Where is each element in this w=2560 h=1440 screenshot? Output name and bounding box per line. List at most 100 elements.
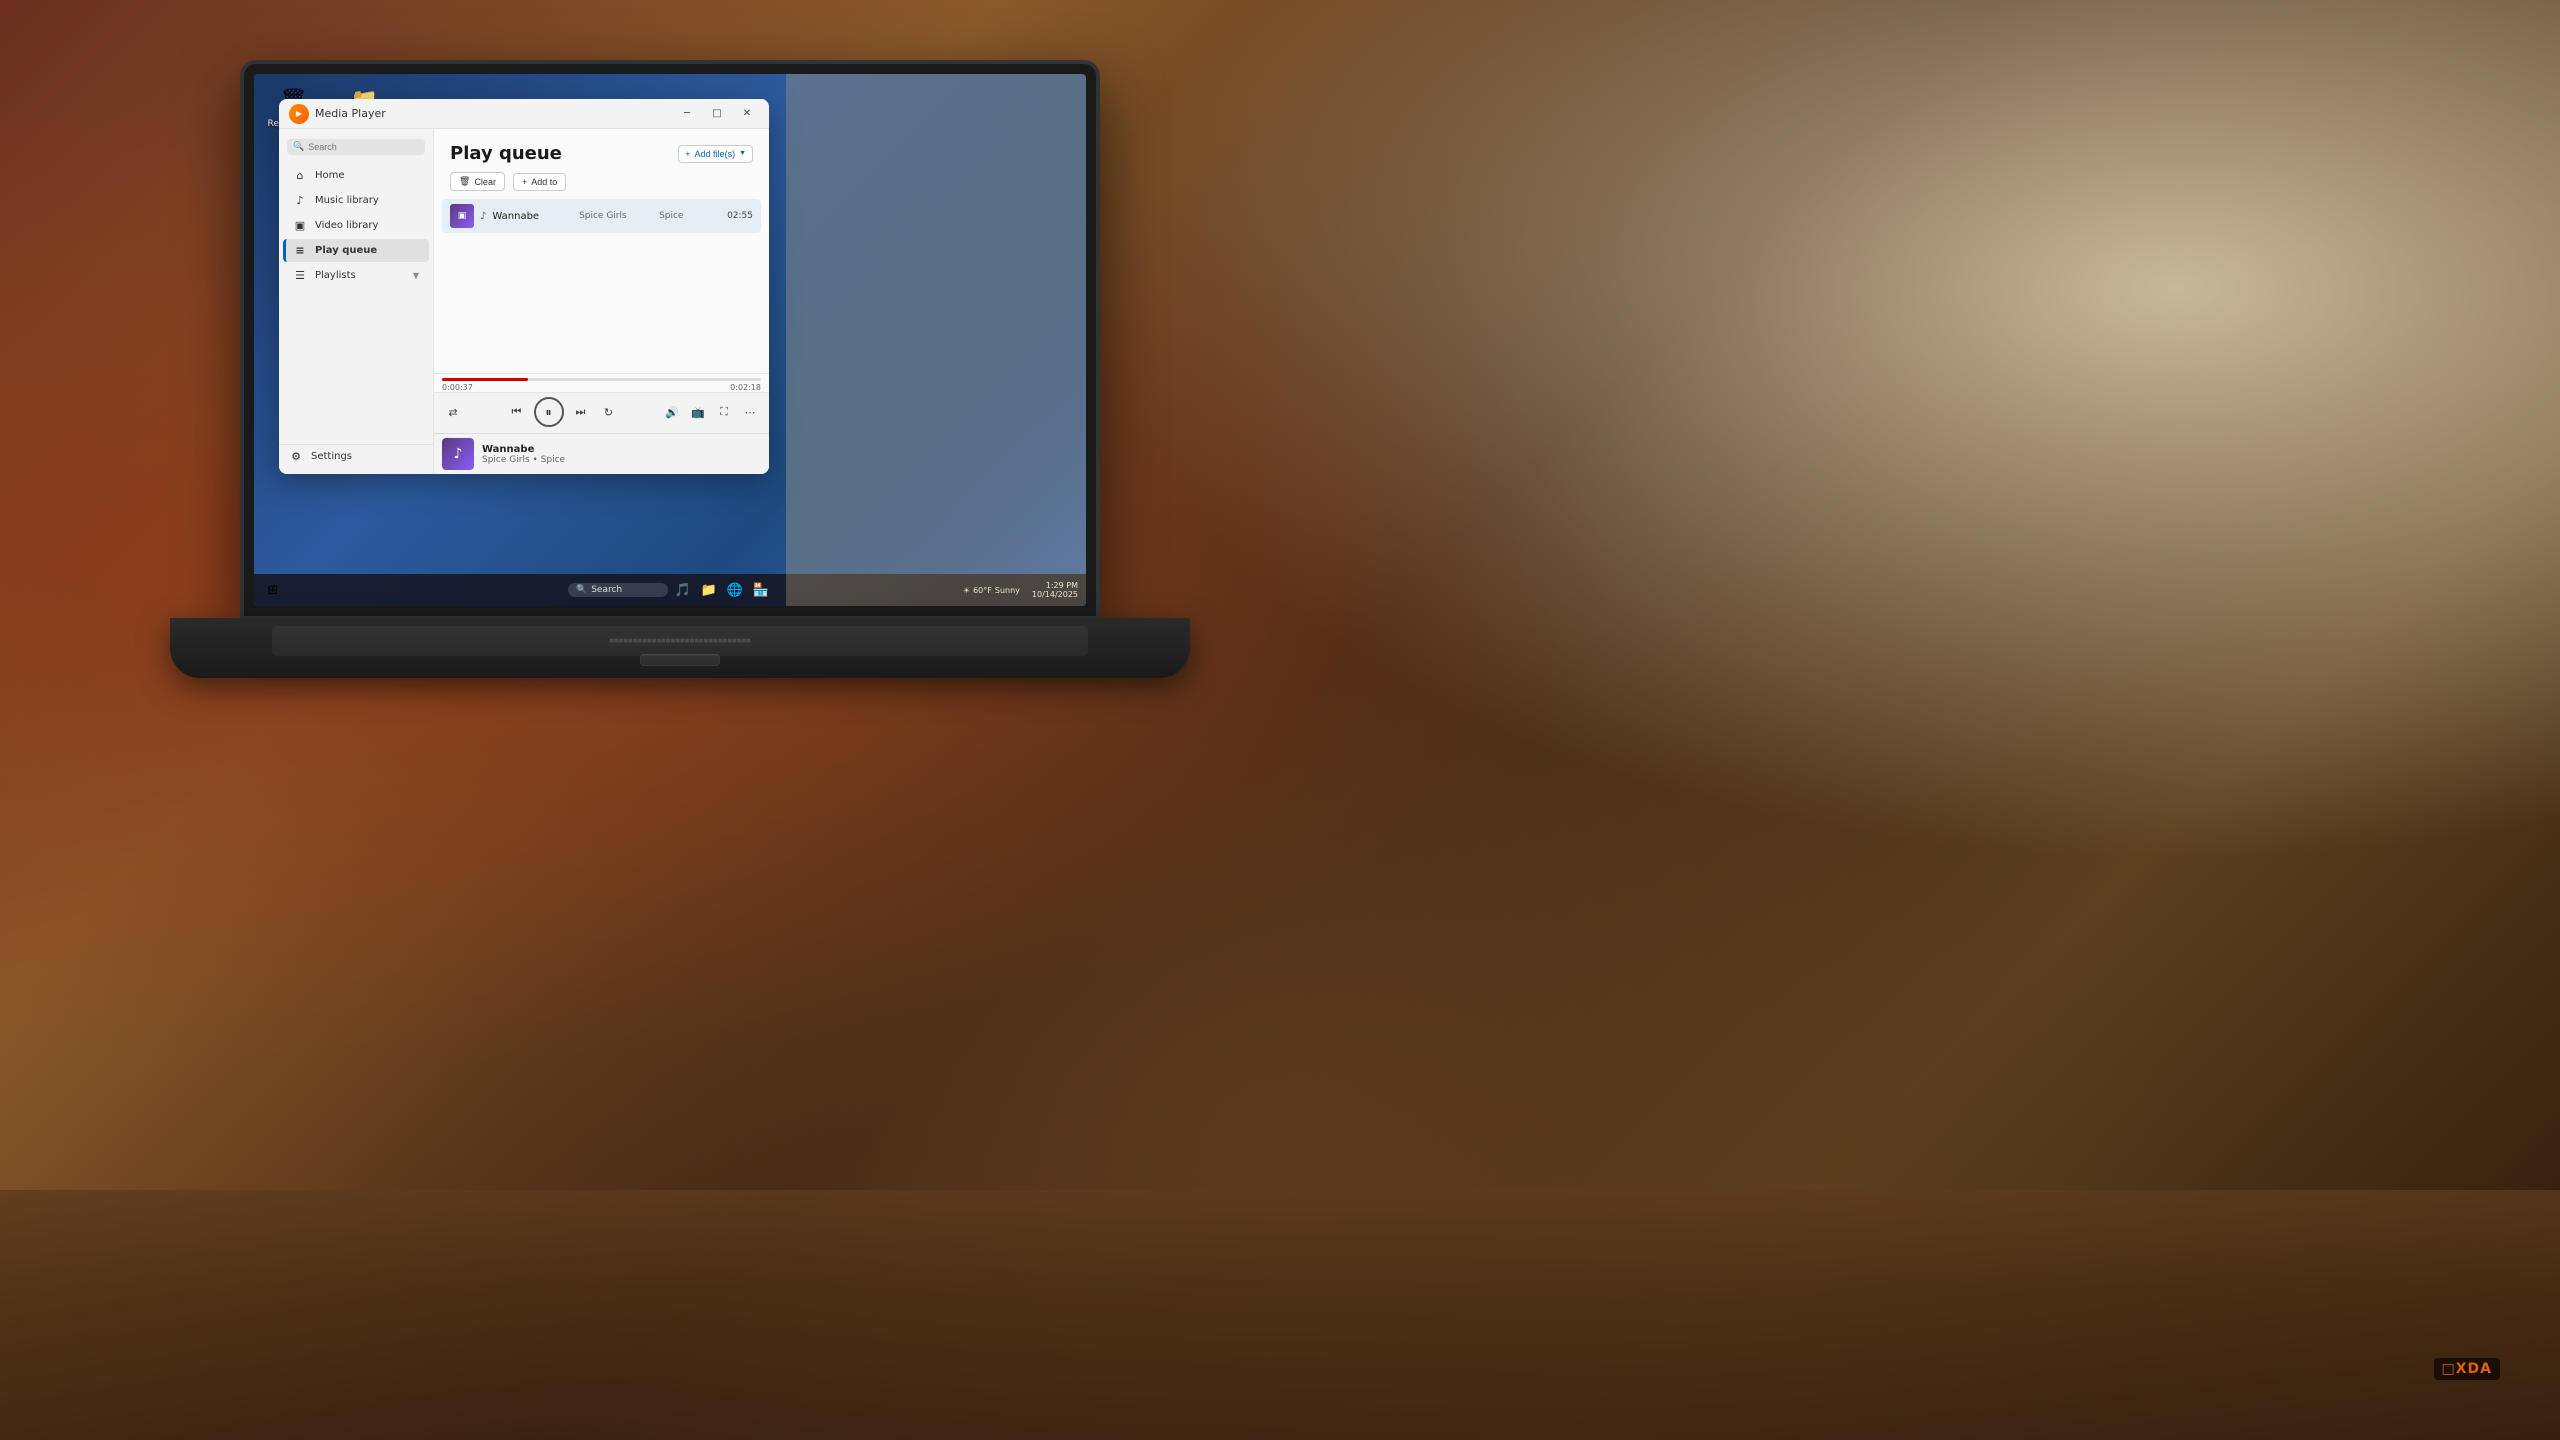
xda-text: XDA bbox=[2456, 1361, 2492, 1377]
ambient-right bbox=[786, 74, 1086, 606]
clear-button[interactable]: 🗑 Clear bbox=[450, 172, 505, 191]
table-row[interactable]: ▣ ♪ Wannabe Spice Girls Spice 02:55 bbox=[442, 199, 761, 233]
video-icon: ▣ bbox=[293, 219, 307, 232]
add-to-label: Add to bbox=[531, 177, 557, 187]
laptop-screen-inner: 🗑 Recycle Bin 📁 Music Files ⊞ 🔍 Search 🎵… bbox=[254, 74, 1086, 606]
taskbar-app-edge[interactable]: 🌐 bbox=[724, 579, 746, 601]
sidebar-playlists-label: Playlists bbox=[315, 270, 356, 281]
taskbar-app-store[interactable]: 🏪 bbox=[750, 579, 772, 601]
queue-actions: 🗑 Clear + Add to bbox=[434, 172, 769, 199]
next-button[interactable]: ⏭ bbox=[570, 401, 592, 423]
add-to-button[interactable]: + Add to bbox=[513, 173, 566, 191]
media-player-window: ▶ Media Player ─ □ ✕ 🔍 bbox=[279, 99, 769, 474]
taskbar-search-label: Search bbox=[591, 585, 622, 595]
clear-icon: 🗑 bbox=[459, 176, 470, 187]
track-name: Wannabe bbox=[492, 211, 579, 222]
sidebar-search-icon: 🔍 bbox=[293, 142, 304, 152]
music-icon: ♪ bbox=[293, 194, 307, 207]
sidebar-item-music-library[interactable]: ♪ Music library bbox=[283, 189, 429, 212]
sidebar-item-home[interactable]: ⌂ Home bbox=[283, 164, 429, 187]
sidebar-settings-label: Settings bbox=[311, 451, 352, 462]
add-to-icon: + bbox=[522, 177, 527, 187]
taskbar-center: 🔍 Search 🎵 📁 🌐 🏪 bbox=[568, 579, 772, 601]
keyboard-area: ■■■■■■■■■■■■■■■■■■■■■■■■■■■■■■ bbox=[272, 626, 1088, 656]
controls-center: ⏮ ⏸ ⏭ ↻ bbox=[506, 397, 620, 427]
track-album: Spice bbox=[659, 211, 719, 221]
now-playing-title: Wannabe bbox=[482, 444, 761, 455]
keyboard-keys: ■■■■■■■■■■■■■■■■■■■■■■■■■■■■■■ bbox=[609, 638, 751, 644]
player-controls: ⇄ ⏮ ⏸ ⏭ ↻ 🔊 📺 ⛶ ⋯ bbox=[434, 392, 769, 433]
title-bar-controls: ─ □ ✕ bbox=[673, 103, 761, 125]
table-surface bbox=[0, 1190, 2560, 1440]
controls-right: 🔊 📺 ⛶ ⋯ bbox=[661, 401, 761, 423]
app-logo: ▶ bbox=[289, 104, 309, 124]
close-button[interactable]: ✕ bbox=[733, 103, 761, 125]
trackpad[interactable] bbox=[640, 654, 720, 666]
clear-label: Clear bbox=[474, 177, 496, 187]
controls-left: ⇄ bbox=[442, 401, 464, 423]
chevron-down-icon: ▼ bbox=[413, 271, 419, 280]
sidebar-video-library-label: Video library bbox=[315, 220, 378, 231]
queue-icon: ≡ bbox=[293, 244, 307, 257]
progress-bar-container[interactable] bbox=[442, 378, 761, 381]
minimize-button[interactable]: ─ bbox=[673, 103, 701, 125]
sidebar-item-video-library[interactable]: ▣ Video library bbox=[283, 214, 429, 237]
app-logo-icon: ▶ bbox=[296, 109, 302, 118]
track-artist: Spice Girls bbox=[579, 211, 659, 221]
pause-button[interactable]: ⏸ bbox=[534, 397, 564, 427]
taskbar-app-explorer[interactable]: 📁 bbox=[698, 579, 720, 601]
track-thumbnail: ▣ bbox=[450, 204, 474, 228]
sidebar-search-container[interactable]: 🔍 bbox=[287, 139, 425, 155]
sidebar: 🔍 ⌂ Home ♪ Music library ▣ Video lib bbox=[279, 129, 434, 474]
taskbar-left: ⊞ bbox=[262, 579, 284, 601]
xda-logo-icon: □ bbox=[2442, 1361, 2456, 1377]
laptop-base: ■■■■■■■■■■■■■■■■■■■■■■■■■■■■■■ bbox=[170, 618, 1190, 678]
now-playing-thumbnail: ♪ bbox=[442, 438, 474, 470]
sidebar-play-queue-label: Play queue bbox=[315, 245, 377, 256]
search-icon: 🔍 bbox=[576, 585, 587, 595]
sidebar-music-library-label: Music library bbox=[315, 195, 379, 206]
title-bar: ▶ Media Player ─ □ ✕ bbox=[279, 99, 769, 129]
add-files-button[interactable]: + Add file(s) ▼ bbox=[678, 145, 753, 163]
home-icon: ⌂ bbox=[293, 169, 307, 182]
shuffle-button[interactable]: ⇄ bbox=[442, 401, 464, 423]
sidebar-item-play-queue[interactable]: ≡ Play queue bbox=[283, 239, 429, 262]
fullscreen-button[interactable]: ⛶ bbox=[713, 401, 735, 423]
now-playing-bar: ♪ Wannabe Spice Girls • Spice bbox=[434, 433, 769, 474]
laptop-screen-outer: 🗑 Recycle Bin 📁 Music Files ⊞ 🔍 Search 🎵… bbox=[240, 60, 1100, 620]
main-content: Play queue + Add file(s) ▼ 🗑 Clear bbox=[434, 129, 769, 474]
repeat-button[interactable]: ↻ bbox=[598, 401, 620, 423]
track-duration: 02:55 bbox=[727, 211, 753, 221]
progress-bar-fill bbox=[442, 378, 528, 381]
now-playing-info: Wannabe Spice Girls • Spice bbox=[482, 444, 761, 465]
add-files-chevron-icon: ▼ bbox=[739, 150, 746, 157]
sidebar-search-input[interactable] bbox=[308, 142, 419, 152]
player-progress-area: 0:00:37 0:02:18 bbox=[434, 373, 769, 392]
more-options-button[interactable]: ⋯ bbox=[739, 401, 761, 423]
maximize-button[interactable]: □ bbox=[703, 103, 731, 125]
track-music-icon: ♪ bbox=[480, 211, 486, 222]
settings-icon: ⚙ bbox=[289, 450, 303, 463]
add-files-label: Add file(s) bbox=[695, 149, 736, 159]
progress-times: 0:00:37 0:02:18 bbox=[442, 383, 761, 392]
previous-button[interactable]: ⏮ bbox=[506, 401, 528, 423]
sidebar-item-settings[interactable]: ⚙ Settings bbox=[279, 444, 433, 468]
volume-button[interactable]: 🔊 bbox=[661, 401, 683, 423]
title-bar-left: ▶ Media Player bbox=[289, 104, 386, 124]
xda-watermark: □XDA bbox=[2434, 1358, 2500, 1380]
taskbar-app-mediaplayer[interactable]: 🎵 bbox=[672, 579, 694, 601]
taskbar-search[interactable]: 🔍 Search bbox=[568, 583, 668, 597]
play-queue-title: Play queue bbox=[450, 143, 562, 164]
start-button[interactable]: ⊞ bbox=[262, 579, 284, 601]
window-title: Media Player bbox=[315, 107, 386, 120]
sidebar-home-label: Home bbox=[315, 170, 345, 181]
track-list: ▣ ♪ Wannabe Spice Girls Spice 02:55 bbox=[434, 199, 769, 373]
current-time: 0:00:37 bbox=[442, 383, 473, 392]
playlists-icon: ☰ bbox=[293, 269, 307, 282]
cast-button[interactable]: 📺 bbox=[687, 401, 709, 423]
add-files-icon: + bbox=[685, 149, 690, 159]
play-queue-header: Play queue + Add file(s) ▼ bbox=[434, 129, 769, 172]
app-body: 🔍 ⌂ Home ♪ Music library ▣ Video lib bbox=[279, 129, 769, 474]
sidebar-item-playlists[interactable]: ☰ Playlists ▼ bbox=[283, 264, 429, 287]
total-time: 0:02:18 bbox=[730, 383, 761, 392]
